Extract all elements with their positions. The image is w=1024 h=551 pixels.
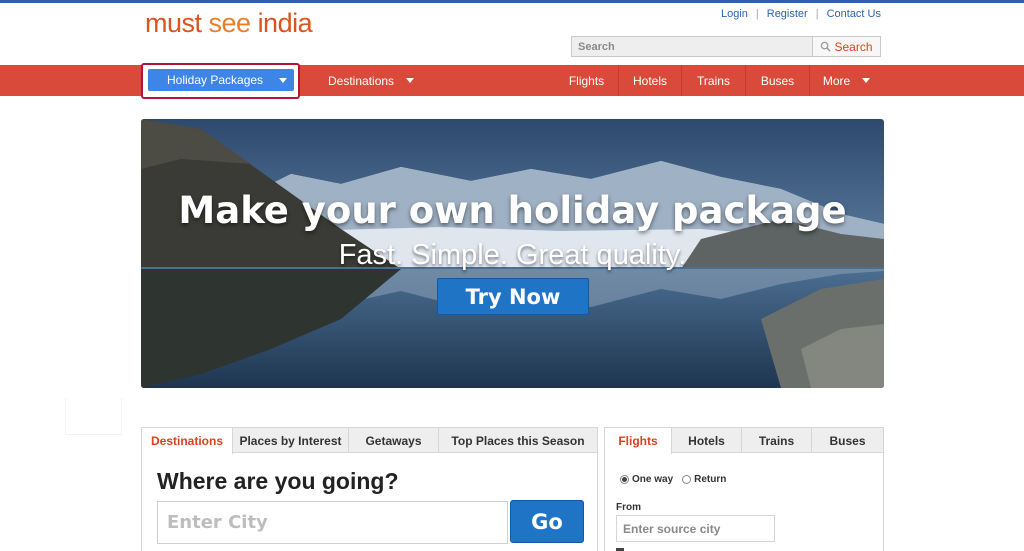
side-placeholder bbox=[65, 398, 122, 435]
nav-item-label: Buses bbox=[760, 73, 795, 88]
login-link[interactable]: Login bbox=[721, 8, 748, 20]
top-links: Login | Register | Contact Us bbox=[721, 8, 881, 20]
go-button[interactable]: Go bbox=[510, 500, 584, 543]
nav-item-flights[interactable]: Flights bbox=[555, 65, 619, 96]
search-icon bbox=[821, 41, 832, 52]
hero-title: Make your own holiday package bbox=[178, 189, 847, 232]
tab-places-by-interest[interactable]: Places by Interest bbox=[233, 428, 349, 453]
chevron-down-icon bbox=[406, 78, 415, 83]
travel-tabs: Flights Hotels Trains Buses bbox=[605, 428, 883, 454]
chevron-down-icon bbox=[279, 78, 287, 83]
nav-destinations-dropdown[interactable]: Destinations bbox=[328, 65, 415, 96]
link-separator: | bbox=[755, 8, 759, 20]
nav-destinations-label: Destinations bbox=[328, 73, 395, 88]
tab-getaways[interactable]: Getaways bbox=[349, 428, 439, 453]
nav-item-label: More bbox=[822, 73, 851, 88]
destination-search-panel: Destinations Places by Interest Getaways… bbox=[141, 427, 598, 551]
tab-top-places-this-season[interactable]: Top Places this Season bbox=[439, 428, 597, 453]
tab-buses[interactable]: Buses bbox=[812, 428, 883, 453]
travel-booking-panel: Flights Hotels Trains Buses One way Retu… bbox=[604, 427, 884, 551]
link-separator: | bbox=[815, 8, 819, 20]
source-city-input[interactable] bbox=[616, 515, 775, 542]
tab-trains[interactable]: Trains bbox=[742, 428, 812, 453]
search-box: Search bbox=[571, 36, 881, 57]
trip-type-radios: One way Return bbox=[620, 474, 726, 485]
tab-flights[interactable]: Flights bbox=[605, 428, 672, 454]
register-link[interactable]: Register bbox=[767, 8, 808, 20]
tab-hotels[interactable]: Hotels bbox=[672, 428, 742, 453]
return-label: Return bbox=[694, 474, 727, 485]
nav-item-label: Trains bbox=[697, 73, 730, 88]
nav-item-more[interactable]: More bbox=[810, 65, 883, 96]
site-logo[interactable]: must see india bbox=[145, 8, 313, 39]
hero-banner: Make your own holiday package Fast. Simp… bbox=[141, 119, 884, 388]
nav-item-label: Flights bbox=[568, 73, 605, 88]
destination-tabs: Destinations Places by Interest Getaways… bbox=[142, 428, 597, 454]
radio-button[interactable] bbox=[682, 475, 692, 484]
search-input[interactable] bbox=[572, 37, 812, 56]
chevron-down-icon bbox=[862, 78, 871, 83]
search-button[interactable]: Search bbox=[812, 37, 880, 56]
holiday-packages-dropdown[interactable]: Holiday Packages bbox=[148, 69, 294, 91]
where-heading: Where are you going? bbox=[157, 468, 399, 494]
nav-item-trains[interactable]: Trains bbox=[682, 65, 746, 96]
holiday-packages-label: Holiday Packages bbox=[167, 73, 264, 87]
try-now-button[interactable]: Try Now bbox=[437, 278, 589, 315]
nav-item-buses[interactable]: Buses bbox=[746, 65, 810, 96]
logo-word-india: india bbox=[257, 8, 313, 38]
tab-destinations[interactable]: Destinations bbox=[142, 428, 233, 454]
city-input[interactable] bbox=[157, 501, 508, 544]
search-button-label: Search bbox=[834, 39, 873, 54]
nav-right-items: Flights Hotels Trains Buses More bbox=[555, 65, 883, 96]
nav-item-label: Hotels bbox=[632, 73, 667, 88]
hero-subtitle: Fast. Simple. Great quality. bbox=[338, 239, 687, 271]
return-option[interactable]: Return bbox=[682, 474, 726, 485]
logo-word-must: must bbox=[145, 8, 209, 38]
one-way-option[interactable]: One way bbox=[620, 474, 673, 485]
radio-button[interactable] bbox=[620, 475, 629, 484]
contact-link[interactable]: Contact Us bbox=[827, 8, 881, 20]
one-way-label: One way bbox=[632, 474, 674, 485]
from-label: From bbox=[616, 502, 641, 513]
nav-item-hotels[interactable]: Hotels bbox=[619, 65, 682, 96]
logo-word-see: see bbox=[208, 8, 258, 38]
top-accent-line bbox=[0, 0, 1024, 3]
